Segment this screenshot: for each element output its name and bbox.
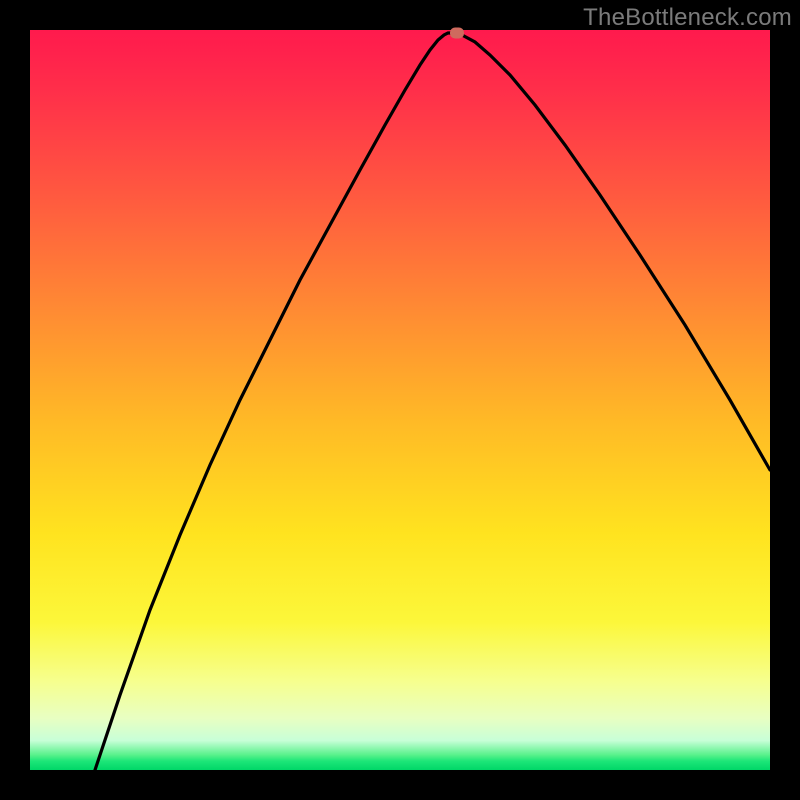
bottleneck-curve — [30, 30, 770, 770]
minimum-marker — [450, 28, 464, 39]
watermark-text: TheBottleneck.com — [583, 4, 792, 32]
chart-frame: TheBottleneck.com — [0, 0, 800, 800]
plot-area — [30, 30, 770, 770]
